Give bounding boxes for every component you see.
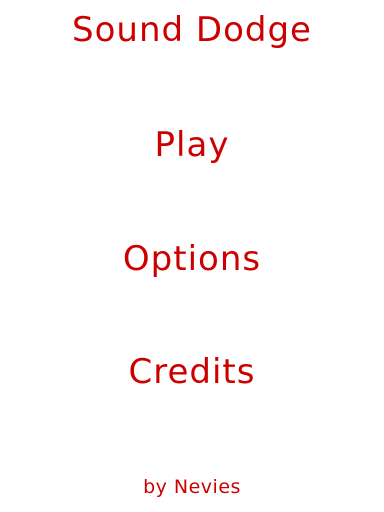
credits-button[interactable]: Credits [92, 349, 292, 395]
author-byline: by Nevies [143, 476, 241, 498]
game-title: Sound Dodge [72, 10, 312, 50]
options-button[interactable]: Options [92, 236, 292, 282]
main-menu-screen: Sound Dodge Play Options Credits by Nevi… [0, 0, 384, 512]
play-button[interactable]: Play [92, 122, 292, 168]
